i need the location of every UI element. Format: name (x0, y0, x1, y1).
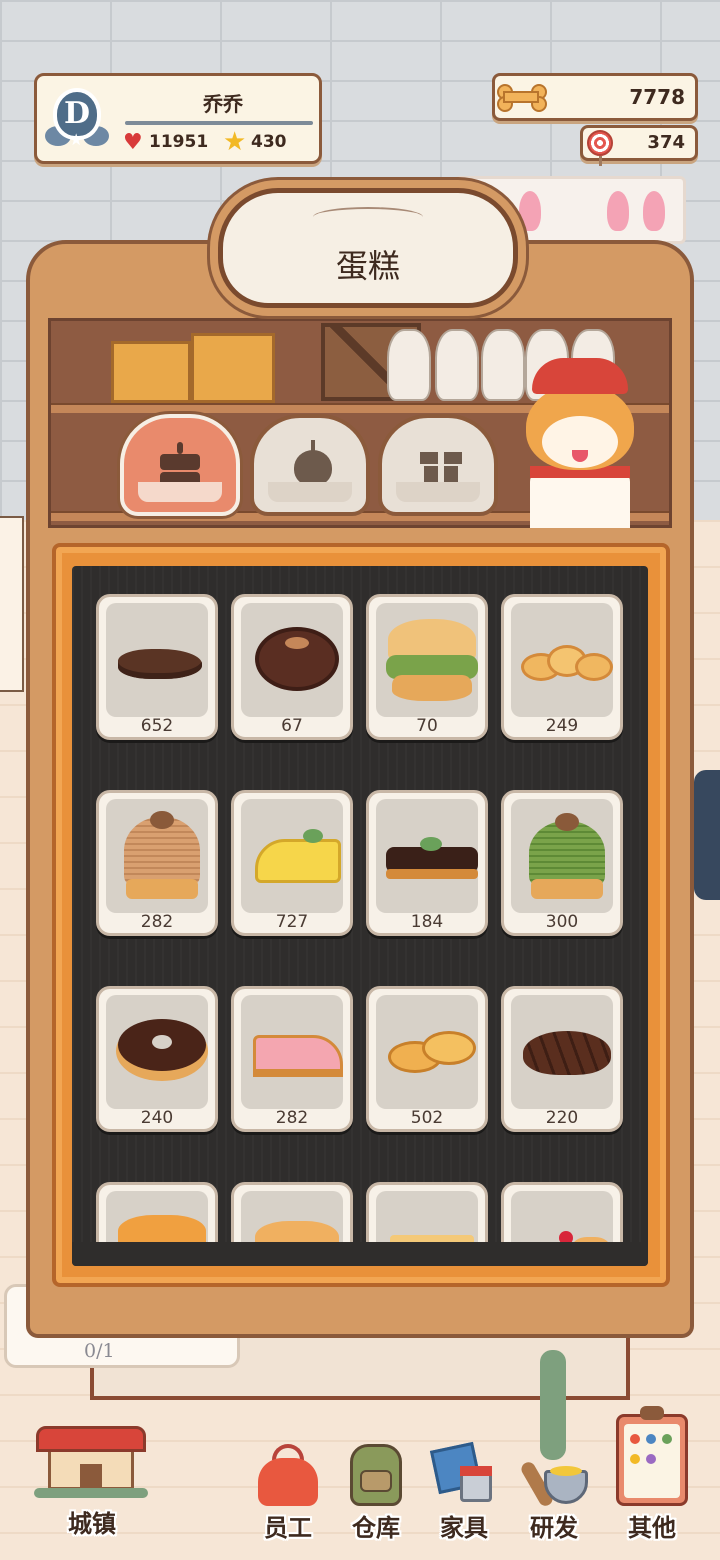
nav-other-label: 其他 (628, 1514, 676, 1542)
heart-icon: ♥ (123, 130, 143, 155)
house-icon (34, 1418, 148, 1498)
bone-count: 7778 (629, 85, 685, 109)
item-quantity: 300 (545, 912, 579, 932)
item-quantity: 652 (140, 716, 174, 736)
apple-icon (294, 440, 332, 486)
chestnut-mont-blanc-icon (106, 799, 208, 913)
item-card[interactable]: 502 (366, 986, 488, 1132)
player-profile-card[interactable]: D ★ 乔乔 ♥ 11951 ★ 430 (34, 73, 322, 164)
butter-cookie-icon (511, 603, 613, 717)
lollipop-icon (587, 130, 613, 166)
item-quantity: 67 (281, 716, 303, 736)
item-quantity: 727 (275, 912, 309, 932)
player-name-underline (125, 121, 313, 125)
sprinkle-donut-icon (106, 995, 208, 1109)
apron-icon (252, 1444, 324, 1508)
nav-furniture[interactable]: 家具 (422, 1434, 506, 1544)
candy-currency[interactable]: 374 (580, 125, 698, 166)
rank-star-icon: ★ (69, 130, 84, 149)
item-quantity: 184 (410, 912, 444, 932)
item-slot (376, 799, 478, 913)
shelf-box (111, 341, 191, 403)
tab-fruit[interactable] (250, 414, 370, 516)
flour-sack (435, 329, 479, 401)
player-name: 乔乔 (203, 92, 243, 116)
nav-staff-label: 员工 (264, 1514, 312, 1542)
item-card[interactable]: 249 (501, 594, 623, 740)
panel-title: 蛋糕 (335, 247, 400, 285)
item-quantity: 249 (545, 716, 579, 736)
item-quantity: 220 (545, 1108, 579, 1128)
item-slot (241, 799, 343, 913)
shiba-chef-mascot (522, 358, 646, 528)
chocolate-tart-slice-icon (376, 799, 478, 913)
tab-gift[interactable] (378, 414, 498, 516)
stall-counter-text: 0/1 (84, 1340, 115, 1362)
item-board[interactable]: 652 67 70 249 282 727 184 300 240 282 502 220 (72, 566, 648, 1266)
item-card[interactable]: 70 (366, 594, 488, 740)
rank-badge-icon: D ★ (45, 84, 113, 152)
biscuit-icon (376, 995, 478, 1109)
backpack-icon (342, 1438, 410, 1508)
chocolate-croissant-icon (511, 995, 613, 1109)
lemon-cake-slice-icon (241, 799, 343, 913)
mortar-pestle-icon (518, 1440, 592, 1509)
chocolate-cookie-icon (106, 603, 208, 717)
item-slot (376, 995, 478, 1109)
ornament-icon (313, 207, 423, 227)
item-card[interactable]: 727 (231, 790, 353, 936)
item-quantity: 282 (140, 912, 174, 932)
item-card[interactable]: 240 (96, 986, 218, 1132)
item-card[interactable]: 67 (231, 594, 353, 740)
matcha-cream-puff-icon (376, 603, 478, 717)
background-sign (0, 516, 24, 692)
nav-other[interactable]: 其他 (606, 1406, 698, 1546)
bone-icon (493, 84, 549, 112)
item-slot (376, 603, 478, 717)
item-card[interactable]: 184 (366, 790, 488, 936)
chocolate-bun-icon (241, 603, 343, 717)
item-card[interactable]: 652 (96, 594, 218, 740)
panel-title-plate: 蛋糕 (218, 188, 518, 308)
item-slot (511, 603, 613, 717)
flour-sack (387, 329, 431, 401)
item-quantity: 502 (410, 1108, 444, 1128)
item-slot (511, 799, 613, 913)
item-card[interactable]: 282 (231, 986, 353, 1132)
nav-research[interactable]: 研发 (512, 1434, 596, 1544)
nav-town-label: 城镇 (68, 1510, 116, 1538)
nav-staff[interactable]: 员工 (246, 1434, 330, 1544)
star-icon: ★ (223, 127, 247, 157)
paint-can-icon (428, 1438, 500, 1508)
strawberry-cake-slice-icon (241, 995, 343, 1109)
nav-furniture-label: 家具 (440, 1514, 488, 1542)
bone-currency[interactable]: 7778 (492, 73, 698, 121)
nav-research-label: 研发 (530, 1514, 578, 1542)
background-character (694, 770, 720, 900)
item-slot (511, 995, 613, 1109)
heart-count: 11951 (149, 132, 209, 152)
item-slot (241, 995, 343, 1109)
nav-storage-label: 仓库 (352, 1514, 400, 1542)
item-slot (106, 603, 208, 717)
nav-town[interactable]: 城镇 (30, 1416, 154, 1540)
item-slot (241, 603, 343, 717)
item-quantity: 70 (416, 716, 438, 736)
tab-cake[interactable] (120, 414, 240, 516)
clipboard-icon (612, 1406, 692, 1506)
star-count: 430 (251, 132, 287, 152)
shelf-box (191, 333, 275, 403)
item-card[interactable]: 220 (501, 986, 623, 1132)
matcha-mont-blanc-icon (511, 799, 613, 913)
item-slot (106, 995, 208, 1109)
item-card[interactable]: 282 (96, 790, 218, 936)
item-slot (106, 799, 208, 913)
item-quantity: 240 (140, 1108, 174, 1128)
nav-storage[interactable]: 仓库 (334, 1434, 418, 1544)
item-quantity: 282 (275, 1108, 309, 1128)
candy-count: 374 (647, 132, 685, 153)
gift-icon (420, 446, 462, 486)
flour-sack (481, 329, 525, 401)
item-card[interactable]: 300 (501, 790, 623, 936)
